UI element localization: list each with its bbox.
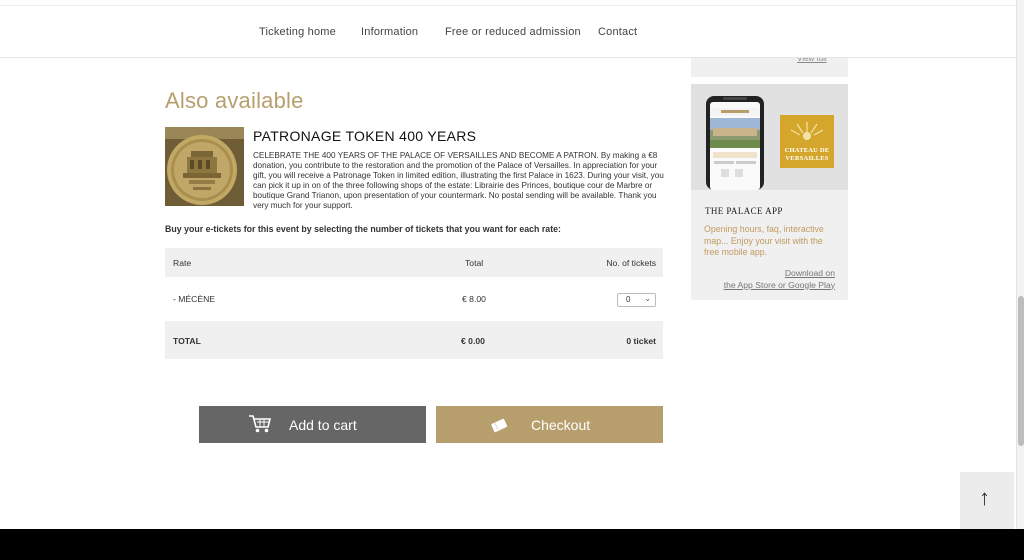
- page: Ticketing home Information Free or reduc…: [0, 0, 1024, 560]
- back-to-top-button[interactable]: ↑: [960, 472, 1014, 529]
- rate-table: Rate Total No. of tickets - MÉCÈNE € 8.0…: [165, 248, 663, 359]
- ticket-icon: [490, 417, 508, 436]
- table-total-row: TOTAL € 0.00 0 ticket: [165, 321, 663, 359]
- product-image-token: [165, 127, 244, 206]
- rate-price: € 8.00: [462, 294, 486, 304]
- app-link-line-2: the App Store or Google Play: [723, 279, 835, 290]
- scrollbar[interactable]: [1016, 0, 1024, 530]
- scrollbar-thumb[interactable]: [1018, 296, 1024, 446]
- palace-app-card[interactable]: CHATEAU DE VERSAILLES THE PALACE APP Ope…: [691, 84, 848, 300]
- nav-contact[interactable]: Contact: [598, 26, 637, 38]
- header-divider: [0, 0, 1016, 6]
- total-label: TOTAL: [173, 336, 201, 346]
- nav-free-reduced-admission[interactable]: Free or reduced admission: [445, 26, 581, 38]
- section-title: Also available: [165, 88, 304, 113]
- chateau-logo-text: CHATEAU DE VERSAILLES: [784, 147, 830, 162]
- app-description: Opening hours, faq, interactive map... E…: [704, 224, 824, 257]
- ticket-instruction: Buy your e-tickets for this event by sel…: [165, 224, 561, 234]
- header-total: Total: [465, 258, 484, 268]
- top-navigation: Ticketing home Information Free or reduc…: [0, 0, 1016, 58]
- quantity-select[interactable]: 0 ⌄: [617, 293, 656, 307]
- table-row: - MÉCÈNE € 8.00 0 ⌄: [165, 277, 663, 321]
- product-title: PATRONAGE TOKEN 400 YEARS: [253, 128, 477, 144]
- arrow-up-icon: ↑: [979, 485, 990, 510]
- quantity-value: 0: [626, 295, 631, 304]
- nav-ticketing-home[interactable]: Ticketing home: [259, 26, 336, 38]
- total-amount: € 0.00: [461, 336, 485, 346]
- app-download-link[interactable]: Download on the App Store or Google Play: [724, 268, 835, 291]
- sidebar-previous-card: View full: [691, 54, 848, 77]
- rate-name: - MÉCÈNE: [173, 294, 216, 304]
- header-tickets: No. of tickets: [606, 258, 656, 268]
- app-link-line-1: Download on: [784, 268, 835, 278]
- logo-line-1: CHATEAU DE: [784, 147, 830, 154]
- header-rate: Rate: [173, 258, 192, 268]
- nav-information[interactable]: Information: [361, 26, 418, 38]
- add-to-cart-label: Add to cart: [289, 417, 357, 433]
- total-tickets: 0 ticket: [626, 336, 656, 346]
- app-promo-image: CHATEAU DE VERSAILLES: [691, 84, 848, 190]
- app-title: THE PALACE APP: [705, 206, 783, 216]
- cart-icon: [248, 414, 272, 437]
- checkout-label: Checkout: [531, 417, 591, 433]
- product-description: CELEBRATE THE 400 YEARS OF THE PALACE OF…: [253, 151, 664, 211]
- table-header: Rate Total No. of tickets: [165, 248, 663, 277]
- chevron-down-icon: ⌄: [644, 294, 651, 303]
- add-to-cart-button[interactable]: Add to cart: [199, 406, 426, 443]
- checkout-button[interactable]: Checkout: [436, 406, 663, 443]
- footer: [0, 529, 1024, 560]
- logo-line-2: VERSAILLES: [785, 154, 829, 162]
